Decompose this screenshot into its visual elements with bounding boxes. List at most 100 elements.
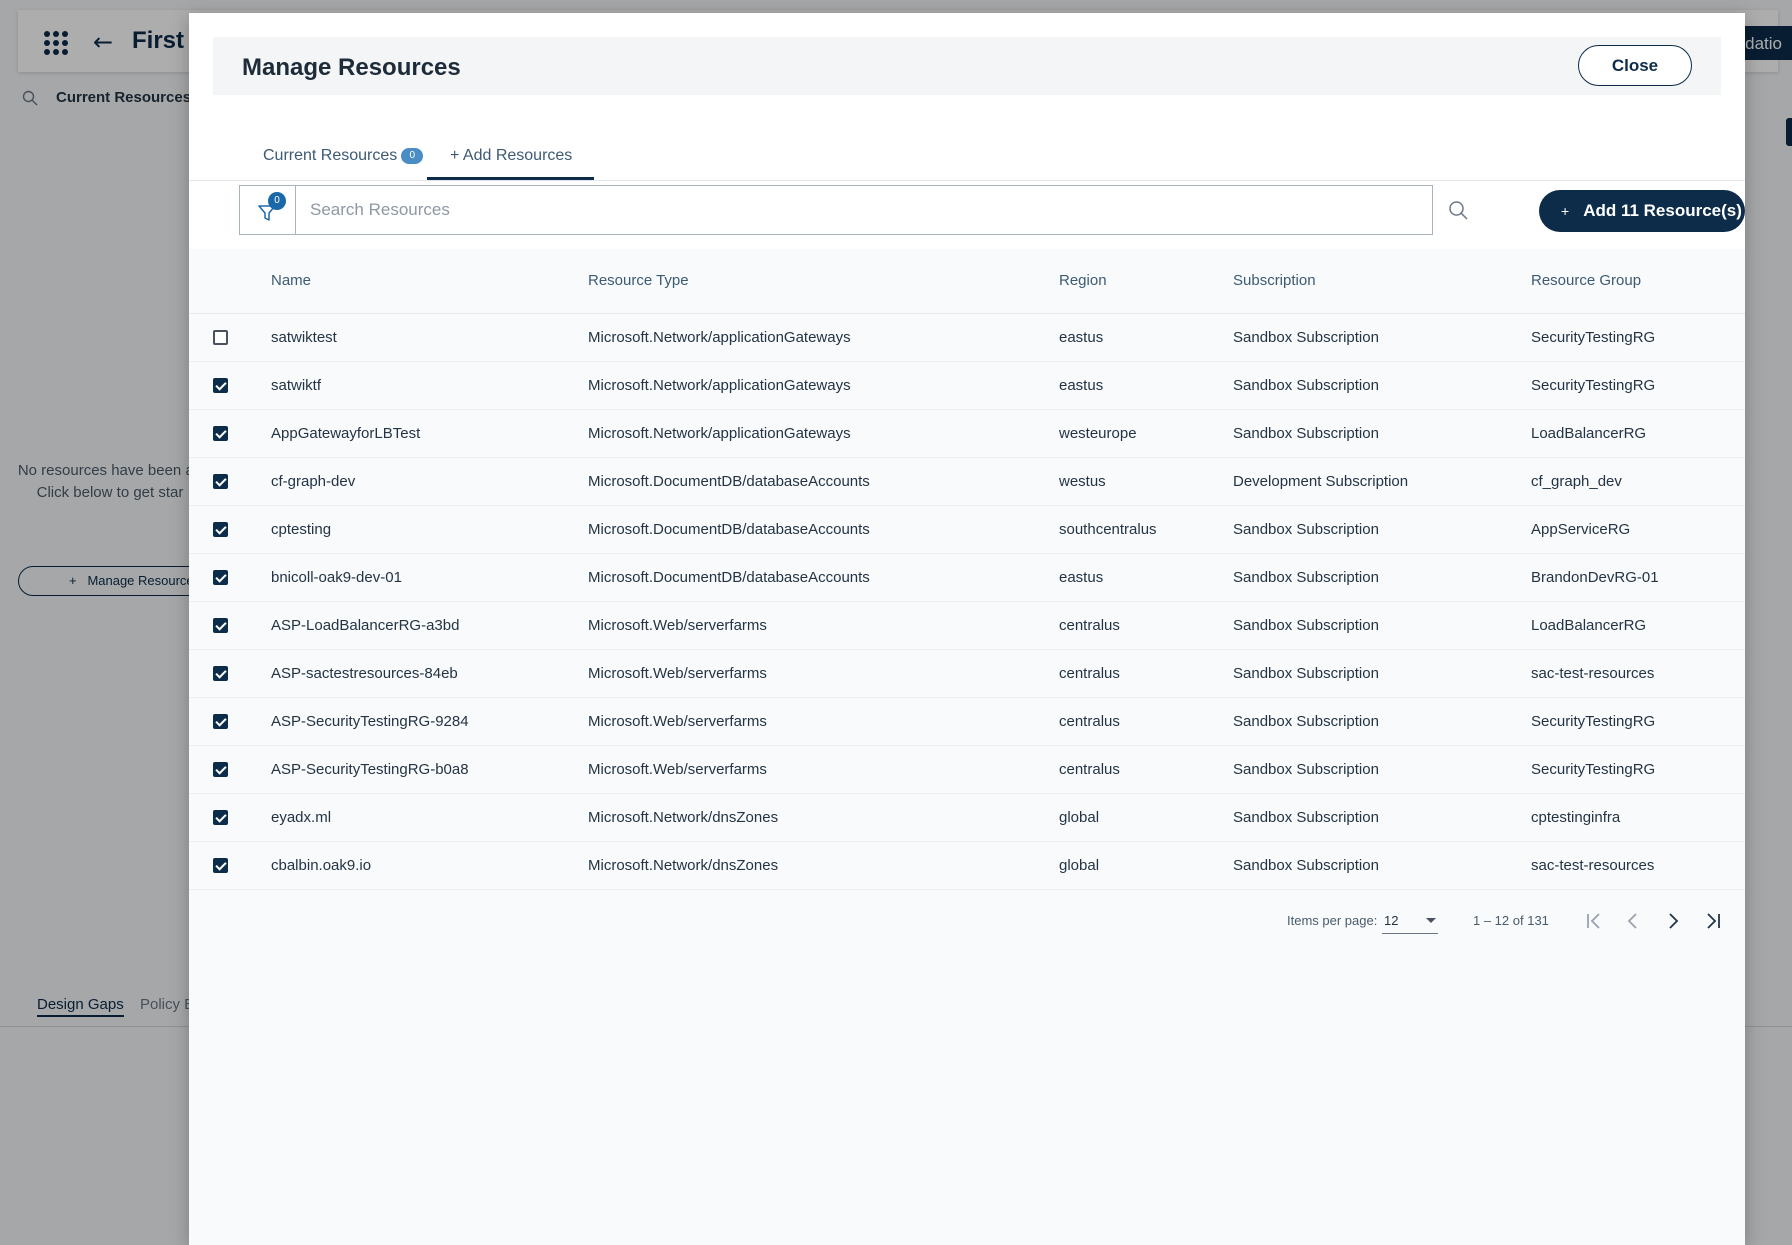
table-row[interactable]: AppGatewayforLBTest Microsoft.Network/app… [189, 409, 1745, 458]
table-row[interactable]: ASP-SecurityTestingRG-9284 Microsoft.Web/… [189, 697, 1745, 746]
count-badge: 0 [401, 148, 424, 164]
table-row[interactable]: satwiktest Microsoft.Network/applicationG… [189, 313, 1745, 362]
table-row[interactable]: cf-graph-dev Microsoft.DocumentDB/databas… [189, 457, 1745, 506]
manage-resources-dialog: Manage Resources Close Current Resources… [189, 13, 1745, 1245]
add-resources-label: Add 11 Resource(s) [1583, 201, 1742, 220]
cell-name: ASP-SecurityTestingRG-b0a8 [271, 745, 588, 794]
cell-select [189, 409, 271, 458]
close-button[interactable]: Close [1578, 45, 1692, 86]
cell-region: southcentralus [1059, 505, 1233, 554]
resources-table-container: Name Resource Type Region Subscription R… [189, 249, 1745, 890]
cell-select [189, 505, 271, 554]
tab-add-resources[interactable]: + Add Resources [450, 147, 572, 165]
table-row[interactable]: ASP-SecurityTestingRG-b0a8 Microsoft.Web/… [189, 745, 1745, 794]
cell-select [189, 745, 271, 794]
row-checkbox[interactable] [213, 377, 228, 393]
chevron-left-icon[interactable] [1621, 909, 1645, 933]
cell-subscription: Sandbox Subscription [1233, 841, 1531, 890]
search-icon[interactable] [1448, 200, 1468, 220]
cell-select [189, 601, 271, 650]
column-header-subscription[interactable]: Subscription [1233, 249, 1531, 314]
page-range-label: 1 – 12 of 131 [1473, 913, 1549, 928]
filter-button[interactable]: 0 [239, 185, 295, 235]
cell-subscription: Sandbox Subscription [1233, 361, 1531, 410]
cell-select [189, 457, 271, 506]
row-checkbox[interactable] [213, 329, 228, 345]
cell-resource-type: Microsoft.DocumentDB/databaseAccounts [588, 553, 1059, 602]
cell-resource-type: Microsoft.DocumentDB/databaseAccounts [588, 457, 1059, 506]
table-row[interactable]: satwiktf Microsoft.Network/applicationGat… [189, 361, 1745, 410]
cell-region: centralus [1059, 601, 1233, 650]
row-checkbox[interactable] [213, 617, 228, 633]
cell-subscription: Sandbox Subscription [1233, 745, 1531, 794]
cell-resource-type: Microsoft.Web/serverfarms [588, 601, 1059, 650]
cell-resource-group: cptestinginfra [1531, 793, 1745, 842]
first-page-icon[interactable] [1582, 909, 1606, 933]
cell-subscription: Sandbox Subscription [1233, 697, 1531, 746]
paginator: Items per page: 12 1 – 12 of 131 [189, 901, 1745, 941]
row-checkbox[interactable] [213, 665, 228, 681]
cell-select [189, 313, 271, 362]
table-row[interactable]: cbalbin.oak9.io Microsoft.Network/dnsZone… [189, 841, 1745, 890]
row-checkbox[interactable] [213, 809, 228, 825]
cell-name: cbalbin.oak9.io [271, 841, 588, 890]
row-checkbox[interactable] [213, 857, 228, 873]
cell-resource-group: SecurityTestingRG [1531, 745, 1745, 794]
cell-resource-type: Microsoft.Network/applicationGateways [588, 409, 1059, 458]
cell-resource-type: Microsoft.Network/dnsZones [588, 793, 1059, 842]
cell-resource-group: SecurityTestingRG [1531, 697, 1745, 746]
cell-resource-type: Microsoft.Web/serverfarms [588, 649, 1059, 698]
cell-subscription: Development Subscription [1233, 457, 1531, 506]
add-resources-button[interactable]: + Add 11 Resource(s) [1539, 190, 1745, 232]
items-per-page-select[interactable]: 12 [1382, 908, 1438, 934]
cell-region: eastus [1059, 553, 1233, 602]
cell-resource-group: LoadBalancerRG [1531, 409, 1745, 458]
cell-name: satwiktest [271, 313, 588, 362]
cell-resource-type: Microsoft.Web/serverfarms [588, 745, 1059, 794]
column-header-select [189, 249, 271, 314]
cell-region: westus [1059, 457, 1233, 506]
column-header-resource-type[interactable]: Resource Type [588, 249, 1059, 314]
table-row[interactable]: eyadx.ml Microsoft.Network/dnsZones global… [189, 793, 1745, 842]
row-checkbox[interactable] [213, 473, 228, 489]
cell-subscription: Sandbox Subscription [1233, 313, 1531, 362]
cell-name: cptesting [271, 505, 588, 554]
cell-resource-group: SecurityTestingRG [1531, 361, 1745, 410]
row-checkbox[interactable] [213, 521, 228, 537]
row-checkbox[interactable] [213, 713, 228, 729]
cell-select [189, 697, 271, 746]
cell-subscription: Sandbox Subscription [1233, 553, 1531, 602]
plus-icon: + [1561, 203, 1570, 219]
cell-region: eastus [1059, 361, 1233, 410]
filter-count-badge: 0 [268, 192, 286, 210]
row-checkbox[interactable] [213, 569, 228, 585]
table-row[interactable]: bnicoll-oak9-dev-01 Microsoft.DocumentDB/… [189, 553, 1745, 602]
cell-name: ASP-LoadBalancerRG-a3bd [271, 601, 588, 650]
chevron-right-icon[interactable] [1661, 909, 1685, 933]
cell-region: westeurope [1059, 409, 1233, 458]
cell-subscription: Sandbox Subscription [1233, 409, 1531, 458]
column-header-resource-group[interactable]: Resource Group [1531, 249, 1745, 314]
cell-resource-group: LoadBalancerRG [1531, 601, 1745, 650]
search-input[interactable] [295, 185, 1433, 235]
row-checkbox[interactable] [213, 425, 228, 441]
tab-current-resources[interactable]: Current Resources 0 [263, 147, 424, 165]
cell-name: ASP-SecurityTestingRG-9284 [271, 697, 588, 746]
cell-region: eastus [1059, 313, 1233, 362]
last-page-icon[interactable] [1701, 909, 1725, 933]
table-row[interactable]: ASP-LoadBalancerRG-a3bd Microsoft.Web/ser… [189, 601, 1745, 650]
cell-select [189, 361, 271, 410]
cell-subscription: Sandbox Subscription [1233, 649, 1531, 698]
tab-label: Current Resources [263, 147, 398, 164]
caret-down-icon [1426, 918, 1436, 923]
table-row[interactable]: cptesting Microsoft.DocumentDB/databaseAc… [189, 505, 1745, 554]
cell-resource-type: Microsoft.Network/applicationGateways [588, 361, 1059, 410]
row-checkbox[interactable] [213, 761, 228, 777]
table-row[interactable]: ASP-sactestresources-84eb Microsoft.Web/s… [189, 649, 1745, 698]
column-header-name[interactable]: Name [271, 249, 588, 314]
column-header-region[interactable]: Region [1059, 249, 1233, 314]
resources-table: Name Resource Type Region Subscription R… [189, 249, 1745, 890]
table-header-row: Name Resource Type Region Subscription R… [189, 249, 1745, 314]
cell-region: global [1059, 793, 1233, 842]
cell-name: bnicoll-oak9-dev-01 [271, 553, 588, 602]
